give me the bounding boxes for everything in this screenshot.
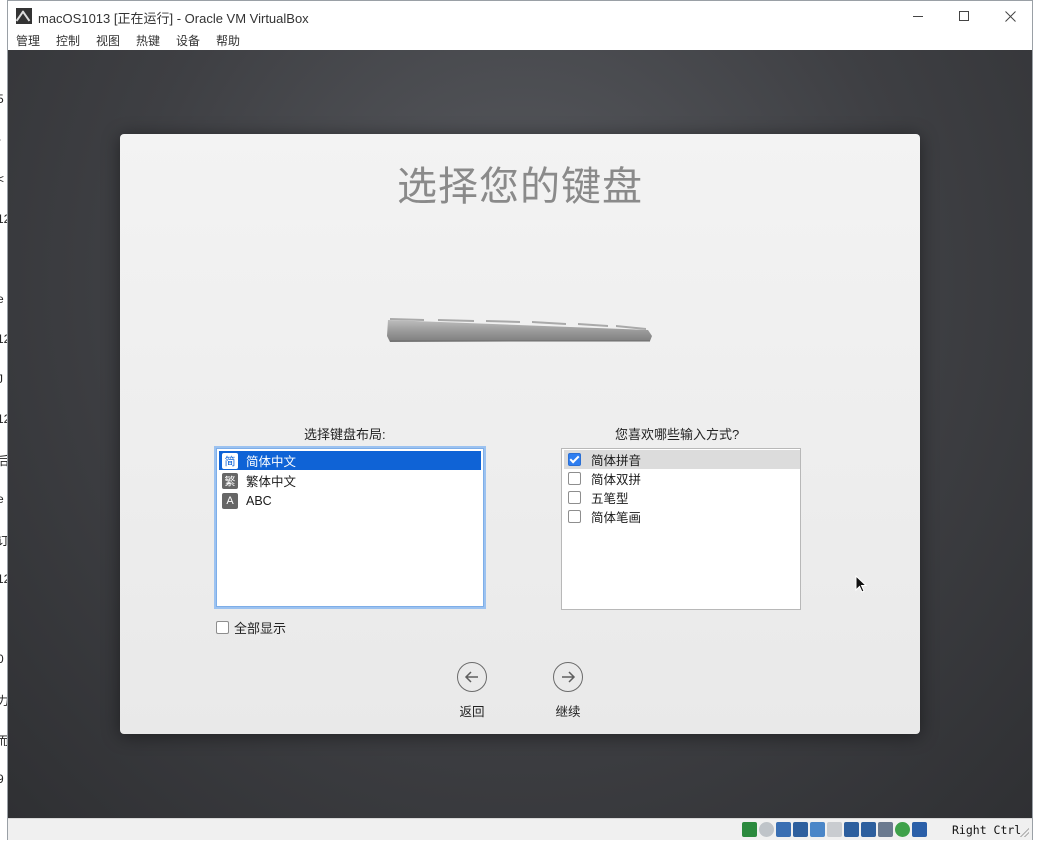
input-method-label: 简体笔画 [591, 511, 642, 525]
optical-disk-icon[interactable] [759, 822, 774, 837]
layout-list-label: 选择键盘布局: [304, 427, 386, 442]
resize-grip-icon[interactable] [1019, 827, 1029, 837]
minimize-icon [913, 15, 923, 17]
network-icon[interactable] [793, 822, 808, 837]
cpu-icon[interactable] [895, 822, 910, 837]
mouse-integration-icon[interactable] [912, 822, 927, 837]
input-method-item[interactable]: 简体笔画 [564, 507, 800, 526]
checkbox-icon[interactable] [568, 472, 581, 485]
window-title: macOS1013 [正在运行] - Oracle VM VirtualBox [38, 11, 309, 26]
input-method-list[interactable]: 简体拼音 简体双拼 五笔型 简体笔画 [561, 448, 801, 610]
audio-icon[interactable] [776, 822, 791, 837]
keyboard-illustration [387, 318, 652, 342]
back-label: 返回 [459, 705, 485, 719]
checkbox-checked-icon[interactable] [568, 453, 581, 466]
layout-item-label: 繁体中文 [246, 475, 297, 489]
status-icon-tray [742, 822, 927, 837]
shared-folder-icon[interactable] [827, 822, 842, 837]
host-key-label: Right Ctrl [952, 823, 1022, 837]
close-button[interactable] [987, 1, 1033, 31]
checkbox-icon[interactable] [568, 510, 581, 523]
menu-view[interactable]: 视图 [96, 32, 120, 49]
layout-badge-icon: 繁 [222, 472, 238, 489]
continue-button[interactable]: 继续 [538, 662, 598, 720]
input-method-label: 简体双拼 [591, 473, 642, 487]
menu-help[interactable]: 帮助 [216, 32, 240, 49]
virtualbox-icon [16, 8, 32, 24]
menu-control[interactable]: 控制 [56, 32, 80, 49]
close-icon [1004, 10, 1016, 22]
title-bar[interactable]: macOS1013 [正在运行] - Oracle VM VirtualBox [8, 1, 1032, 31]
usb-icon[interactable] [810, 822, 825, 837]
display-icon[interactable] [844, 822, 859, 837]
input-method-item[interactable]: 简体双拼 [564, 469, 800, 488]
input-method-label: 五笔型 [591, 492, 629, 506]
layout-badge-icon: 简 [222, 452, 238, 469]
layout-item-abc[interactable]: A ABC [219, 491, 481, 510]
menu-bar: 管理 控制 视图 热键 设备 帮助 [8, 31, 1032, 50]
continue-label: 继续 [555, 705, 581, 719]
back-button[interactable]: 返回 [442, 662, 502, 720]
maximize-button[interactable] [941, 1, 987, 31]
hard-disk-icon[interactable] [742, 822, 757, 837]
layout-badge-icon: A [222, 492, 238, 509]
minimize-button[interactable] [895, 1, 941, 31]
mouse-pointer-icon [855, 575, 867, 593]
input-method-item[interactable]: 简体拼音 [564, 450, 800, 469]
virtualbox-window: macOS1013 [正在运行] - Oracle VM VirtualBox … [7, 0, 1033, 840]
layout-item-traditional-chinese[interactable]: 繁 繁体中文 [219, 471, 481, 490]
checkbox-icon [216, 621, 229, 634]
input-method-list-label: 您喜欢哪些输入方式? [615, 427, 740, 442]
recording-icon[interactable] [878, 822, 893, 837]
video-capture-icon[interactable] [861, 822, 876, 837]
setup-assistant-panel: 选择您的键盘 选择键盘布局: 简 简体中文 繁 繁体中文 A ABC 全部显示 … [120, 134, 920, 734]
menu-hotkeys[interactable]: 热键 [136, 32, 160, 49]
status-bar: Right Ctrl [8, 818, 1032, 840]
menu-manage[interactable]: 管理 [16, 32, 40, 49]
page-title: 选择您的键盘 [397, 164, 643, 210]
show-all-label: 全部显示 [234, 621, 287, 636]
back-arrow-icon [457, 662, 487, 692]
forward-arrow-icon [553, 662, 583, 692]
maximize-icon [959, 11, 969, 21]
input-method-label: 简体拼音 [591, 454, 642, 468]
layout-item-simplified-chinese[interactable]: 简 简体中文 [219, 451, 481, 470]
show-all-checkbox[interactable]: 全部显示 [216, 618, 286, 637]
input-method-item[interactable]: 五笔型 [564, 488, 800, 507]
checkbox-icon[interactable] [568, 491, 581, 504]
keyboard-layout-list[interactable]: 简 简体中文 繁 繁体中文 A ABC [216, 448, 484, 607]
layout-item-label: 简体中文 [246, 455, 297, 469]
menu-devices[interactable]: 设备 [176, 32, 200, 49]
layout-item-label: ABC [246, 493, 272, 508]
vm-screen[interactable]: 选择您的键盘 选择键盘布局: 简 简体中文 繁 繁体中文 A ABC 全部显示 … [8, 50, 1032, 818]
